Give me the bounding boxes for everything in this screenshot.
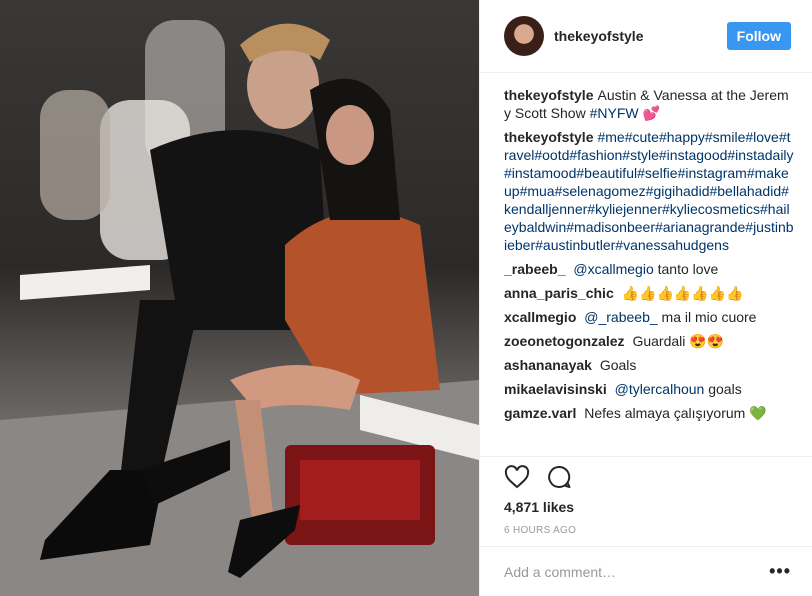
comment-text: Nefes almaya çalışıyorum 💚 xyxy=(584,405,767,421)
heart-icon[interactable] xyxy=(504,465,530,494)
comment-mention[interactable]: @_rabeeb_ xyxy=(584,309,657,325)
comment-username[interactable]: _rabeeb_ xyxy=(504,261,565,277)
caption-username[interactable]: thekeyofstyle xyxy=(504,87,593,103)
comment-text: ma il mio cuore xyxy=(661,309,757,325)
comment-username[interactable]: mikaelavisinski xyxy=(504,381,607,397)
caption-hashtag[interactable]: #NYFW xyxy=(590,105,639,121)
caption-emoji: 💕 xyxy=(642,105,660,121)
list-item: gamze.varl Nefes almaya çalışıyorum 💚 xyxy=(504,404,794,422)
more-options-icon[interactable]: ••• xyxy=(769,561,791,582)
comments-list[interactable]: thekeyofstyle Austin & Vanessa at the Jer… xyxy=(504,86,794,456)
username[interactable]: thekeyofstyle xyxy=(554,28,727,44)
likes-count[interactable]: 4,871 likes xyxy=(504,499,574,515)
comment-text: 👍👍👍👍👍👍👍 xyxy=(621,285,744,301)
comment-text: Goals xyxy=(599,357,637,373)
caption: thekeyofstyle Austin & Vanessa at the Jer… xyxy=(504,86,794,122)
list-item: mikaelavisinski @tylercalhoun goals xyxy=(504,380,794,398)
follow-button[interactable]: Follow xyxy=(726,22,791,50)
avatar[interactable] xyxy=(504,16,544,56)
comment-username[interactable]: gamze.varl xyxy=(504,405,576,421)
comment-username[interactable]: zoeonetogonzalez xyxy=(504,333,625,349)
comment-text: tanto love xyxy=(657,261,719,277)
list-item: ashananayak Goals xyxy=(504,356,794,374)
add-comment-bar: ••• xyxy=(480,546,812,596)
comment-username[interactable]: xcallmegio xyxy=(504,309,576,325)
comment-text: Guardali 😍😍 xyxy=(632,333,725,349)
action-icons xyxy=(504,465,572,494)
list-item: xcallmegio @_rabeeb_ ma il mio cuore xyxy=(504,308,794,326)
comment-username[interactable]: anna_paris_chic xyxy=(504,285,614,301)
post-timestamp: 6 HOURS AGO xyxy=(504,525,577,536)
hashtags-text[interactable]: #me#cute#happy#smile#love#travel#ootd#fa… xyxy=(504,129,794,253)
comment-username[interactable]: ashananayak xyxy=(504,357,592,373)
hashtags-username[interactable]: thekeyofstyle xyxy=(504,129,593,145)
list-item: _rabeeb_ @xcallmegio tanto love xyxy=(504,260,794,278)
comment-text: goals xyxy=(708,381,742,397)
list-item: zoeonetogonzalez Guardali 😍😍 xyxy=(504,332,794,350)
list-item: anna_paris_chic 👍👍👍👍👍👍👍 xyxy=(504,284,794,302)
comment-mention[interactable]: @tylercalhoun xyxy=(615,381,705,397)
comment-mention[interactable]: @xcallmegio xyxy=(573,261,653,277)
post-side-panel: thekeyofstyle Follow thekeyofstyle Austin… xyxy=(479,0,812,596)
comment-input[interactable] xyxy=(504,563,770,580)
photo-illustration xyxy=(0,20,479,596)
post-header: thekeyofstyle Follow xyxy=(480,0,812,73)
comment-bubble-icon[interactable] xyxy=(546,465,572,494)
hashtags-comment: thekeyofstyle #me#cute#happy#smile#love#t… xyxy=(504,128,794,254)
post-photo[interactable] xyxy=(0,0,479,596)
